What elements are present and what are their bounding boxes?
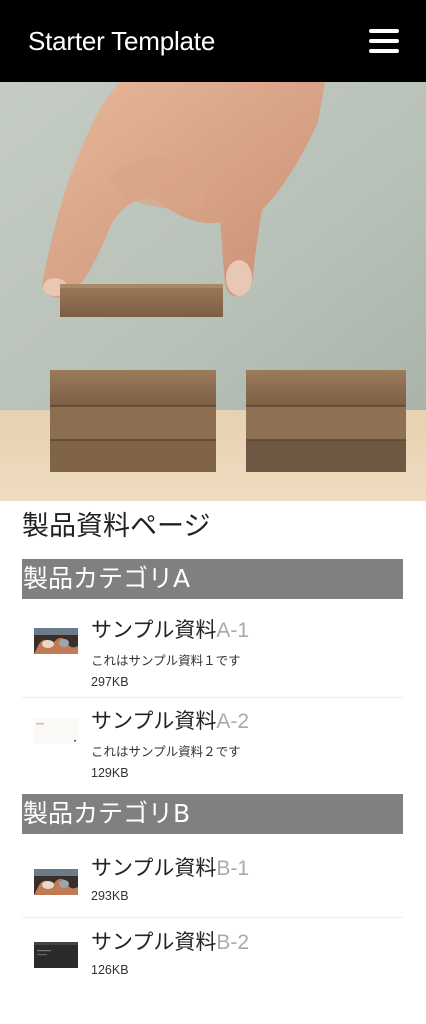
navbar: Starter Template xyxy=(0,0,426,82)
hamburger-bar xyxy=(369,29,399,33)
document-item[interactable]: サンプル資料A-2 これはサンプル資料２です 129KB xyxy=(22,698,403,789)
category-a-section: 製品カテゴリA サンプル資料A-1 これはサンプル資料１です 297KB サンプ… xyxy=(22,559,403,789)
hero-image xyxy=(0,82,426,501)
file-size: 297KB xyxy=(91,675,129,689)
hamburger-bar xyxy=(369,49,399,53)
category-heading: 製品カテゴリB xyxy=(22,794,403,834)
photo-thumbnail-icon xyxy=(34,628,78,654)
document-list: サンプル資料B-1 293KB サンプル資料B-2 126KB xyxy=(22,834,403,996)
document-title[interactable]: サンプル資料B-1 xyxy=(91,853,391,884)
hamburger-icon[interactable] xyxy=(369,29,399,53)
main-content: 製品資料ページ 製品カテゴリA サンプル資料A-1 これはサンプル資料１です 2… xyxy=(22,501,403,996)
category-b-section: 製品カテゴリB サンプル資料B-1 293KB サンプル資料B-2 126KB xyxy=(22,794,403,996)
document-title[interactable]: サンプル資料B-2 xyxy=(91,927,391,958)
document-title[interactable]: サンプル資料A-1 xyxy=(91,615,391,646)
file-size: 126KB xyxy=(91,963,129,977)
brand-link[interactable]: Starter Template xyxy=(28,26,215,57)
document-description: これはサンプル資料２です xyxy=(91,744,241,759)
document-item[interactable]: サンプル資料A-1 これはサンプル資料１です 297KB xyxy=(22,599,403,698)
hand-stacking-blocks-image xyxy=(0,82,426,501)
document-item[interactable]: サンプル資料B-1 293KB xyxy=(22,834,403,918)
photo-thumbnail-icon xyxy=(34,869,78,895)
file-size: 293KB xyxy=(91,889,129,903)
dark-screen-thumbnail-icon xyxy=(34,942,78,968)
document-description: これはサンプル資料１です xyxy=(91,653,241,668)
hamburger-bar xyxy=(369,39,399,43)
file-size: 129KB xyxy=(91,766,129,780)
document-thumbnail-icon xyxy=(34,718,78,744)
document-item[interactable]: サンプル資料B-2 126KB xyxy=(22,918,403,996)
category-heading: 製品カテゴリA xyxy=(22,559,403,599)
document-title[interactable]: サンプル資料A-2 xyxy=(91,706,391,737)
page-title: 製品資料ページ xyxy=(22,511,211,542)
document-list: サンプル資料A-1 これはサンプル資料１です 297KB サンプル資料A-2 こ… xyxy=(22,599,403,789)
